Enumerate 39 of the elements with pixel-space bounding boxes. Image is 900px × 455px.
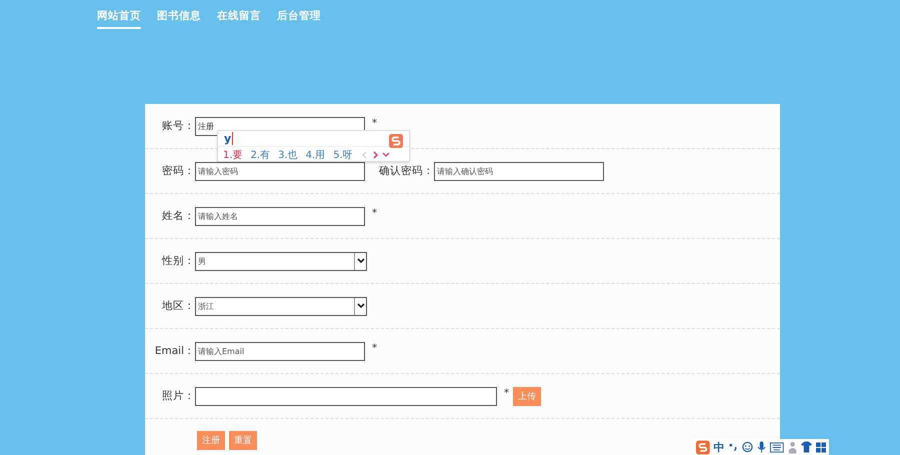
form-button[interactable]: 注册	[197, 431, 225, 450]
field-label: 确认密码：	[379, 164, 434, 178]
form-button[interactable]: 重置	[229, 431, 257, 450]
required-mark: *	[372, 208, 377, 218]
input-field[interactable]: 请输入确认密码	[434, 162, 604, 180]
smiley-icon[interactable]	[742, 441, 753, 453]
logo-icon	[389, 134, 403, 148]
ime-candidate[interactable]: 2.有	[250, 148, 270, 162]
required-mark: *	[504, 388, 509, 398]
microphone-icon[interactable]	[756, 440, 766, 454]
input-field[interactable]: 请输入密码	[195, 162, 365, 180]
required-mark: *	[372, 118, 377, 128]
chevron-icon	[356, 258, 364, 264]
select-field[interactable]: 浙江	[195, 296, 367, 316]
required-mark: *	[372, 342, 377, 354]
grid-icon[interactable]	[816, 442, 826, 452]
keyboard-icon[interactable]	[770, 442, 784, 452]
ime-candidate[interactable]: 1.要	[223, 148, 243, 162]
field-label: 地区：	[161, 299, 195, 313]
chevron-icon	[356, 303, 364, 309]
upload-button[interactable]: 上传	[513, 386, 541, 406]
field-label: 姓名：	[161, 209, 195, 223]
ime-candidate[interactable]: 3.也	[278, 148, 298, 162]
shirt-icon[interactable]	[800, 441, 812, 453]
field-label: 性别：	[160, 254, 195, 268]
input-field[interactable]: 请输入姓名	[195, 206, 365, 226]
ime-composition: y	[224, 132, 234, 145]
ime-candidate[interactable]: 4.用	[306, 148, 326, 162]
input-field[interactable]: 请输入Email	[195, 342, 365, 360]
field-label: 照片：	[161, 389, 195, 403]
input-field[interactable]	[195, 386, 497, 406]
logo-icon[interactable]	[696, 440, 710, 454]
field-label: Email：	[154, 344, 195, 358]
ime-mode[interactable]: 中	[714, 440, 725, 454]
field-label: 密码：	[161, 164, 195, 178]
ime-candidate[interactable]: 5.呀	[333, 148, 353, 162]
select-field[interactable]: 男	[195, 252, 367, 270]
field-label: 账号：	[161, 119, 195, 133]
punctuation-icon[interactable]	[728, 442, 738, 452]
